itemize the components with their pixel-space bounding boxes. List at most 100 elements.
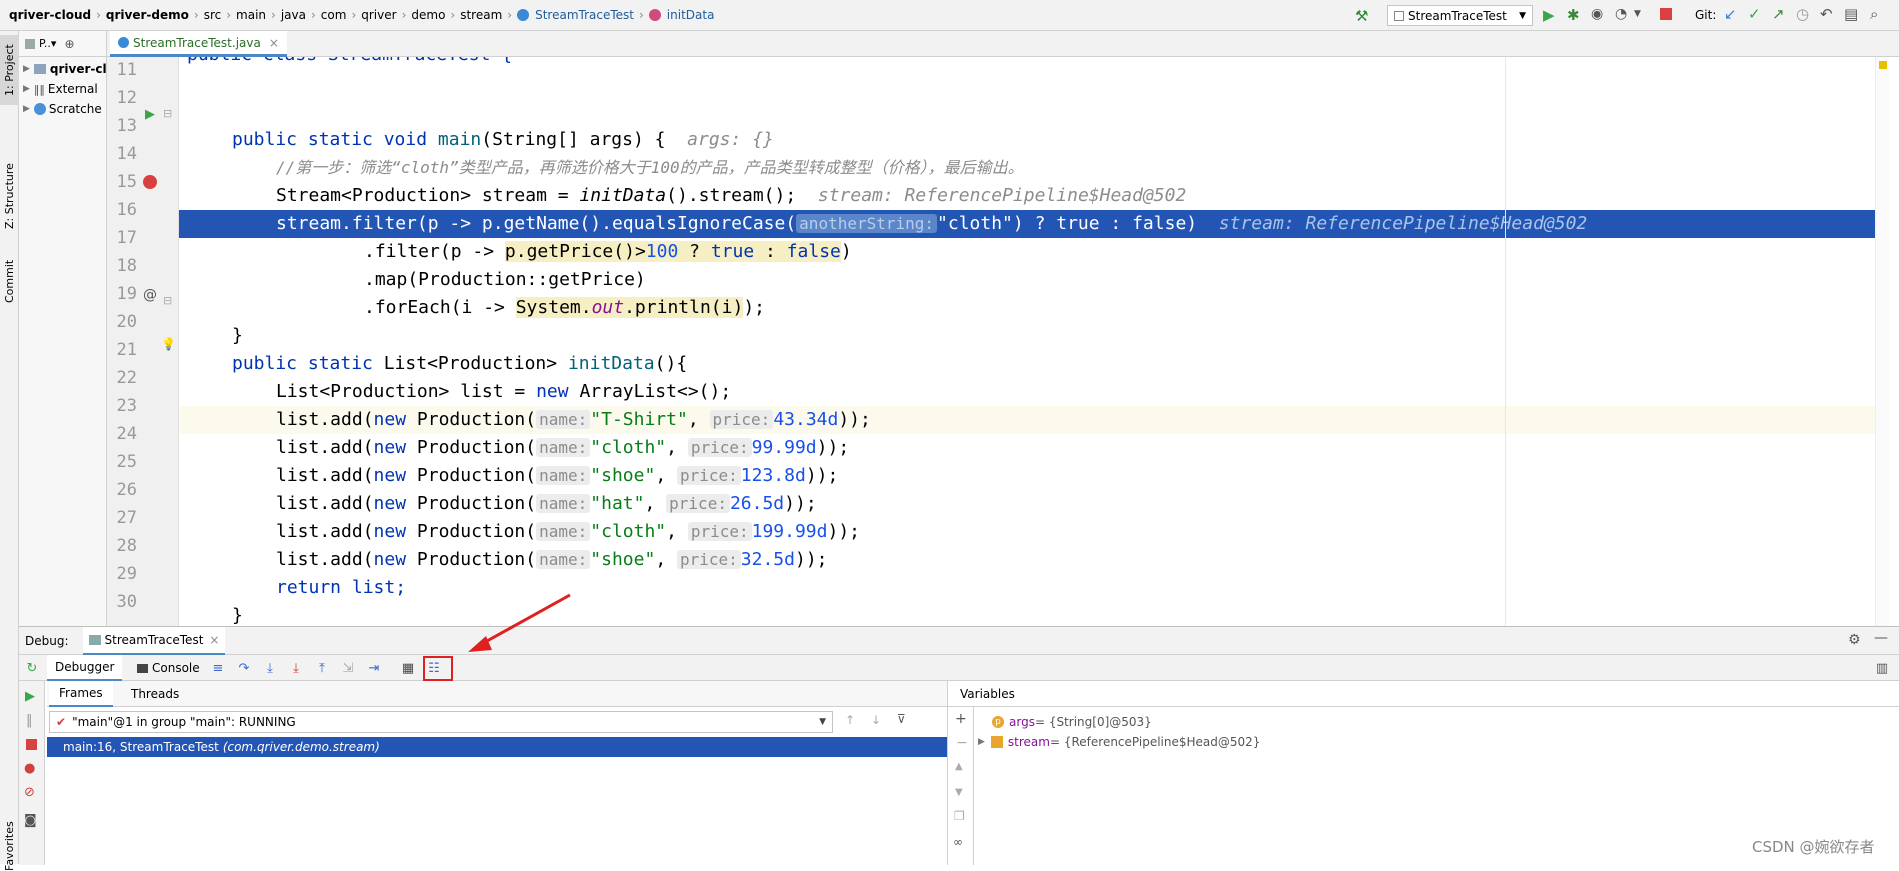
breakpoint-icon[interactable]	[143, 175, 157, 189]
expand-arrow-icon[interactable]: ▶	[23, 64, 30, 74]
add-icon[interactable]: +	[955, 711, 967, 727]
line-number[interactable]: 27	[109, 504, 137, 532]
variable-row[interactable]: p args = {String[0]@503}	[992, 713, 1152, 731]
thread-select[interactable]: ✔ "main"@1 in group "main": RUNNING ▼	[49, 711, 833, 733]
search-icon[interactable]: ⌕	[1870, 5, 1878, 23]
close-icon[interactable]: ×	[269, 36, 279, 50]
tree-item-external[interactable]: ▶ ‖‖ External	[19, 79, 98, 99]
run-config-select[interactable]: StreamTraceTest ▼	[1387, 5, 1533, 26]
expand-arrow-icon[interactable]: ▶	[978, 737, 985, 747]
minimize-icon[interactable]: —	[1874, 630, 1888, 646]
line-number[interactable]: 22	[109, 364, 137, 392]
breadcrumb-module[interactable]: qriver-demo	[103, 0, 192, 31]
project-structure-icon[interactable]: ▤	[1844, 5, 1858, 23]
tab-debug-session[interactable]: StreamTraceTest ×	[82, 626, 226, 655]
pause-icon[interactable]: ‖	[26, 713, 33, 728]
move-up-icon[interactable]: ▲	[955, 761, 963, 772]
run-gutter-icon[interactable]: ▶	[145, 107, 155, 122]
git-commit-icon[interactable]: ✓	[1748, 5, 1761, 23]
list-icon[interactable]: ≡	[209, 659, 227, 677]
tree-item-scratches[interactable]: ▶ Scratche	[19, 99, 102, 119]
frame-row-selected[interactable]: main:16, StreamTraceTest (com.qriver.dem…	[47, 737, 947, 757]
tab-commit[interactable]: Commit	[0, 251, 19, 311]
line-number[interactable]: 20	[109, 308, 137, 336]
line-number[interactable]: 28	[109, 532, 137, 560]
tab-frames[interactable]: Frames	[49, 681, 113, 707]
breadcrumb-src[interactable]: src	[201, 0, 225, 31]
build-hammer-icon[interactable]: ⚒	[1355, 7, 1368, 25]
profile-icon[interactable]: ◔	[1615, 6, 1627, 22]
line-number[interactable]: 17	[109, 224, 137, 252]
tab-structure[interactable]: Z: Structure	[0, 151, 19, 241]
implementation-icon[interactable]: @	[143, 287, 157, 303]
view-breakpoints-icon[interactable]: ●	[24, 761, 35, 776]
fold-icon[interactable]: ⊟	[163, 294, 172, 307]
history-icon[interactable]: ◷	[1796, 5, 1809, 23]
copy-icon[interactable]: ❐	[954, 809, 965, 823]
target-icon[interactable]: ⊕	[64, 37, 74, 51]
line-number[interactable]: 15	[109, 168, 137, 196]
drop-frame-icon[interactable]: ⇲	[339, 659, 357, 677]
mute-breakpoints-icon[interactable]: ⊘	[24, 785, 35, 800]
line-number[interactable]: 29	[109, 560, 137, 588]
expand-arrow-icon[interactable]: ▶	[23, 84, 30, 94]
tab-console[interactable]: Console	[131, 655, 206, 681]
expand-arrow-icon[interactable]: ▶	[23, 104, 30, 114]
line-number[interactable]: 16	[109, 196, 137, 224]
tree-item-project[interactable]: ▶ qriver-cl	[19, 59, 106, 79]
line-number[interactable]: 25	[109, 448, 137, 476]
force-step-into-icon[interactable]: ⤓	[287, 659, 305, 677]
tab-debugger[interactable]: Debugger	[47, 655, 123, 681]
line-number[interactable]: 19	[109, 280, 137, 308]
line-number[interactable]: 12	[109, 84, 137, 112]
glasses-icon[interactable]: ∞	[953, 835, 963, 849]
debug-icon[interactable]: ✱	[1567, 6, 1580, 24]
line-number[interactable]: 24	[109, 420, 137, 448]
chevron-down-icon[interactable]: ▼	[1634, 9, 1641, 19]
lightbulb-icon[interactable]: 💡	[161, 337, 176, 351]
variable-row[interactable]: ▶ stream = {ReferencePipeline$Head@502}	[978, 733, 1260, 751]
line-number[interactable]: 30	[109, 588, 137, 616]
tab-threads[interactable]: Threads	[121, 681, 189, 707]
breadcrumb-stream[interactable]: stream	[457, 0, 505, 31]
rollback-icon[interactable]: ↶	[1820, 5, 1833, 23]
scrollbar[interactable]	[1875, 57, 1889, 626]
breadcrumb-qriver[interactable]: qriver	[358, 0, 399, 31]
breadcrumb-class[interactable]: StreamTraceTest	[532, 0, 637, 31]
breadcrumb-com[interactable]: com	[318, 0, 350, 31]
line-number[interactable]: 18	[109, 252, 137, 280]
breadcrumb-method[interactable]: initData	[664, 0, 718, 31]
tab-project[interactable]: 1: Project	[0, 35, 19, 105]
arrow-up-icon[interactable]: ↑	[845, 713, 855, 727]
gear-icon[interactable]: ⚙	[1848, 632, 1861, 648]
git-push-icon[interactable]: ↗	[1772, 5, 1785, 23]
breadcrumb-java[interactable]: java	[278, 0, 309, 31]
project-view-select[interactable]: P..▾	[39, 37, 56, 50]
camera-icon[interactable]: ◙	[24, 813, 37, 828]
stop-icon[interactable]	[26, 739, 37, 750]
resume-icon[interactable]: ▶	[25, 689, 35, 704]
tab-file[interactable]: StreamTraceTest.java ×	[110, 31, 287, 57]
breadcrumb-project[interactable]: qriver-cloud	[6, 0, 94, 31]
filter-icon[interactable]: ⊽	[897, 712, 906, 726]
line-number[interactable]: 21	[109, 336, 137, 364]
move-down-icon[interactable]: ▼	[955, 787, 963, 798]
line-number[interactable]: 11	[109, 57, 137, 84]
step-over-icon[interactable]: ↷	[235, 659, 253, 677]
breadcrumb-main[interactable]: main	[233, 0, 269, 31]
step-out-icon[interactable]: ⤒	[313, 659, 331, 677]
rerun-icon[interactable]: ↻	[23, 659, 41, 677]
run-to-cursor-icon[interactable]: ⇥	[365, 659, 383, 677]
git-update-icon[interactable]: ↙	[1724, 5, 1737, 23]
code-editor[interactable]: public class StreamTraceTest { public st…	[179, 57, 1889, 626]
line-number[interactable]: 13	[109, 112, 137, 140]
step-into-icon[interactable]: ⤓	[261, 659, 279, 677]
evaluate-expression-icon[interactable]: ▦	[399, 659, 417, 677]
line-number[interactable]: 14	[109, 140, 137, 168]
coverage-icon[interactable]: ◉	[1591, 6, 1603, 22]
run-icon[interactable]: ▶	[1543, 6, 1555, 24]
warning-marker-icon[interactable]	[1879, 61, 1887, 69]
arrow-down-icon[interactable]: ↓	[871, 713, 881, 727]
remove-icon[interactable]: −	[956, 735, 968, 751]
close-icon[interactable]: ×	[209, 633, 219, 647]
